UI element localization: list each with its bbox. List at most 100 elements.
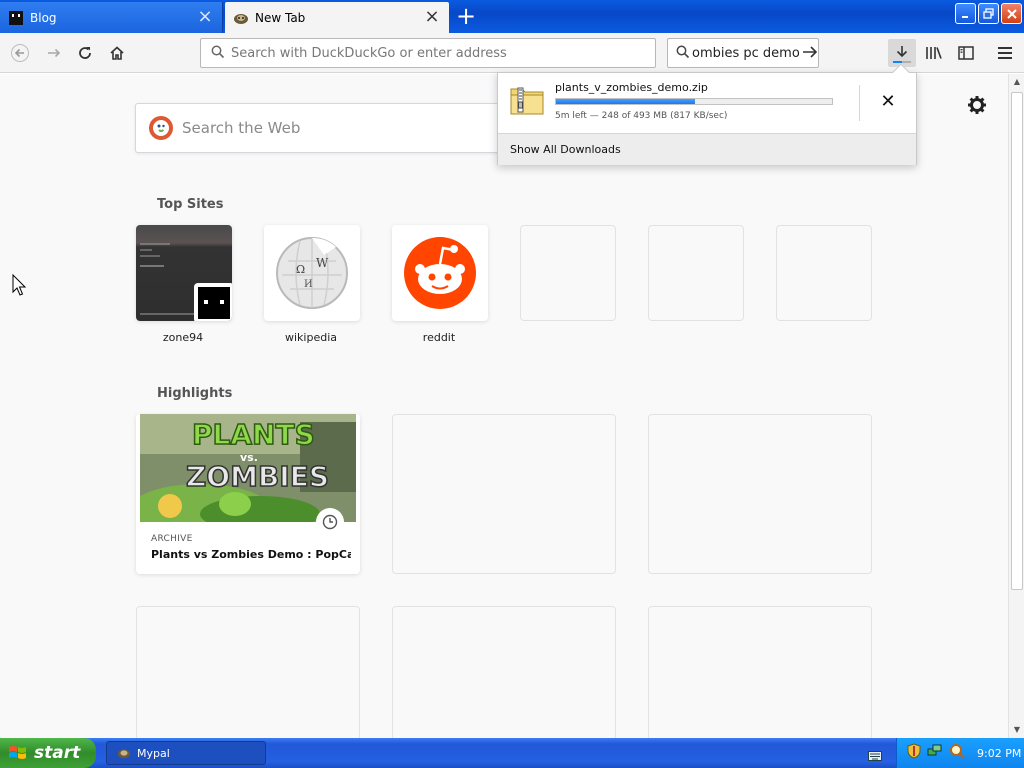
start-button[interactable]: start (0, 738, 96, 768)
window-controls (955, 3, 1022, 24)
windows-logo-icon (8, 744, 28, 762)
search-icon[interactable] (949, 743, 965, 763)
sidebar-button[interactable] (952, 39, 980, 67)
restore-button[interactable] (978, 3, 999, 24)
taskbar-item-mypal[interactable]: Mypal (106, 741, 266, 765)
reload-button[interactable] (71, 39, 99, 67)
tab-new-tab[interactable]: New Tab × (225, 2, 449, 33)
vertical-scrollbar[interactable]: ▲ ▼ (1008, 74, 1024, 738)
tab-label: New Tab (255, 10, 306, 25)
reddit-logo-icon (404, 237, 476, 309)
downloads-panel: plants_v_zombies_demo.zip 5m left — 248 … (497, 63, 917, 165)
highlight-empty (136, 606, 360, 738)
close-tab-icon[interactable]: × (196, 7, 214, 27)
highlight-empty (392, 414, 616, 574)
top-site-label: zone94 (162, 331, 204, 344)
close-window-button[interactable] (1001, 3, 1022, 24)
minimize-button[interactable] (955, 3, 976, 24)
taskbar: start Mypal 9:02 PM (0, 738, 1024, 768)
address-bar[interactable] (200, 38, 656, 68)
mouse-pointer-icon (12, 273, 28, 298)
highlight-empty (648, 606, 872, 738)
download-filename: plants_v_zombies_demo.zip (555, 81, 708, 94)
close-tab-icon[interactable]: × (423, 7, 441, 27)
cancel-download-button[interactable]: ✕ (876, 91, 900, 115)
taskbar-clock: 9:02 PM (977, 746, 1022, 760)
top-sites-title: Top Sites (157, 197, 224, 212)
top-site-label: reddit (422, 331, 456, 344)
menu-button[interactable] (991, 39, 1019, 67)
wikipedia-globe-icon: Ω WИ (276, 237, 348, 309)
search-go-icon[interactable] (802, 43, 818, 64)
search-bar[interactable]: ombies pc demo (667, 38, 819, 68)
top-site-wikipedia[interactable]: ΩWИ (264, 225, 360, 321)
svg-text:Ω: Ω (296, 263, 305, 276)
web-search-box[interactable] (135, 103, 515, 153)
highlight-context-label: ARCHIVE (151, 534, 193, 544)
security-shield-icon[interactable] (907, 743, 921, 763)
download-status: 5m left — 248 of 493 MB (817 KB/sec) (555, 111, 728, 121)
download-progress-fill (556, 99, 695, 104)
library-button[interactable] (920, 39, 948, 67)
gear-icon[interactable] (965, 93, 989, 117)
mypal-app-icon (117, 746, 131, 760)
reload-icon (79, 47, 91, 59)
scroll-up-icon[interactable]: ▲ (1010, 74, 1024, 90)
menu-icon (998, 47, 1012, 59)
tab-label: Blog (30, 10, 57, 25)
home-button[interactable] (103, 39, 131, 67)
top-site-empty (776, 225, 872, 321)
new-tab-page: Top Sites zone94 ΩWИ wikipedia reddit Hi… (0, 74, 1008, 738)
network-icon[interactable] (927, 743, 943, 763)
forward-button[interactable] (40, 39, 68, 67)
zone94-favicon-icon (194, 283, 232, 321)
highlight-card[interactable]: PLANTS vs. ZOMBIES ARCHIVE Plants vs Zom… (136, 414, 360, 574)
new-tab-button[interactable]: + (453, 4, 479, 30)
search-icon (676, 44, 690, 63)
scroll-down-icon[interactable]: ▼ (1010, 722, 1024, 738)
web-search-input[interactable] (182, 119, 502, 137)
zip-file-icon (510, 85, 544, 115)
svg-text:И: И (304, 279, 313, 290)
mypal-favicon-icon (233, 10, 249, 26)
back-button[interactable] (6, 39, 34, 67)
back-icon (11, 44, 29, 62)
download-progress-mini (893, 61, 911, 63)
blog-favicon-icon (8, 10, 24, 26)
divider (859, 85, 860, 121)
tab-strip: Blog × New Tab × + (0, 0, 1024, 33)
show-all-downloads-button[interactable]: Show All Downloads (498, 133, 916, 165)
taskbar-item-label: Mypal (137, 746, 170, 760)
highlight-image-text: PLANTS (192, 418, 315, 451)
url-input[interactable] (231, 45, 631, 61)
clock-icon (316, 508, 344, 536)
top-site-label: wikipedia (284, 331, 337, 344)
top-site-empty (520, 225, 616, 321)
highlight-empty (648, 414, 872, 574)
keyboard-icon[interactable] (868, 747, 882, 761)
forward-icon (48, 48, 61, 58)
highlight-image-text: ZOMBIES (186, 460, 329, 493)
svg-text:W: W (316, 256, 329, 270)
duckduckgo-logo-icon (148, 115, 174, 141)
sidebar-icon (958, 46, 974, 60)
highlights-title: Highlights (157, 386, 233, 401)
scrollbar-thumb[interactable] (1011, 92, 1023, 590)
download-progress-bar (555, 98, 833, 105)
top-site-reddit[interactable] (392, 225, 488, 321)
downloads-button[interactable] (888, 39, 916, 67)
system-tray: 9:02 PM (896, 738, 1024, 768)
highlight-empty (392, 606, 616, 738)
highlight-thumbnail: PLANTS vs. ZOMBIES (140, 414, 356, 522)
highlight-title: Plants vs Zombies Demo : PopCa... (151, 548, 351, 561)
search-bar-text[interactable]: ombies pc demo (692, 46, 800, 61)
library-icon (926, 47, 942, 59)
top-site-zone94[interactable] (136, 225, 232, 321)
start-label: start (34, 743, 81, 763)
tab-blog[interactable]: Blog × (0, 2, 223, 33)
top-site-empty (648, 225, 744, 321)
download-icon (896, 46, 908, 58)
home-icon (110, 46, 124, 60)
navigation-toolbar: ombies pc demo (0, 33, 1024, 73)
search-icon (211, 44, 225, 63)
